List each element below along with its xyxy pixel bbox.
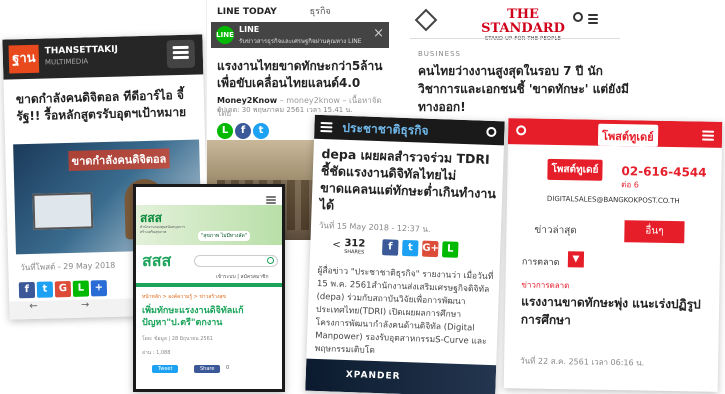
logo-large[interactable]: สสส [142, 249, 171, 274]
menu-icon[interactable] [320, 119, 333, 138]
card-the-standard: THE STANDARD STAND UP FOR THE PEOPLE BUS… [390, 0, 725, 130]
share-label: SHARES [344, 248, 365, 256]
breadcrumb[interactable]: หน้าหลัก > องค์ความรู้ > ข่าวสร้างสุข [142, 293, 226, 301]
section-label[interactable]: BUSINESS [418, 50, 461, 58]
headline[interactable]: แรงงานขาดทักษะพุ่ง แนะเร่งปฏิรูปการศึกษา [521, 292, 710, 331]
banner: สสส สำนักงานกองทุนสนับสนุนการสร้างเสริมส… [136, 205, 282, 245]
card-post-today: โพสต์ทูเดย์ โพสต์ทูเดย์ 02-616-4544 ต่อ … [503, 118, 723, 392]
facebook-share-button[interactable]: Share [194, 365, 221, 373]
ad-ext: ต่อ 6 [621, 180, 639, 190]
tab-others[interactable]: อื่นๆ [624, 220, 685, 244]
banner-text: รับข่าวสารธุรกิจและเศรษฐกิจผ่านคุณทาง LI… [239, 38, 362, 45]
top-bar [136, 187, 282, 205]
image-caption: ขาดกำลังคนดิจิตอล [68, 148, 170, 171]
share-count: 0 [226, 365, 230, 371]
search-input[interactable] [194, 255, 278, 267]
twitter-share-icon[interactable]: t [36, 281, 54, 298]
subcategory-label[interactable]: ข่าวการตลาด [521, 278, 569, 292]
chevron-down-icon[interactable]: ▼ [567, 251, 585, 268]
logo[interactable]: THE STANDARD STAND UP FOR THE PEOPLE [478, 7, 568, 43]
view-count: อ่าน : 1,088 [142, 350, 171, 356]
googleplus-share-icon[interactable]: G+ [421, 240, 439, 258]
ad-banner[interactable]: XPANDER [305, 358, 497, 394]
twitter-share-icon[interactable]: t [253, 123, 269, 139]
facebook-share-icon[interactable]: f [382, 239, 399, 256]
facebook-share-icon[interactable]: f [235, 123, 251, 139]
search-icon[interactable] [573, 12, 583, 22]
green-divider [136, 283, 282, 287]
laptop-illustration [32, 192, 94, 230]
logo-sub2: MULTIMEDIA [44, 57, 89, 67]
googleplus-share-icon[interactable]: G [54, 280, 72, 298]
facebook-share-icon[interactable]: f [18, 281, 36, 299]
tweet-button[interactable]: Tweet [152, 365, 179, 373]
search-icon[interactable] [267, 257, 274, 264]
post-date: วันที่โพสต์ - 29 May 2018 [20, 260, 116, 273]
ad-email: DIGITALSALES@BANGKOKPOST.CO.TH [546, 194, 680, 206]
close-icon[interactable]: × [373, 26, 384, 41]
headline[interactable]: คนไทยว่างงานสูงสุดในรอบ 7 ปี นักวิชาการแ… [418, 62, 640, 116]
logo-icon[interactable] [414, 8, 438, 32]
share-bar: Tweet Share 0 [142, 365, 278, 377]
logo[interactable]: ประชาชาติธุรกิจ [342, 119, 429, 141]
headline[interactable]: depa เผยผลสำรวจร่วม TDRI ชี้ชัดแรงงานดิจ… [319, 145, 497, 219]
share-bar: < 312 SHARES f t G+ L [332, 237, 501, 263]
category-label[interactable]: การตลาด [522, 254, 560, 269]
menu-icon[interactable] [702, 128, 715, 147]
card-prachachat: ประชาชาติธุรกิจ depa เผยผลสำรวจร่วม TDRI… [305, 114, 505, 394]
more-share-icon[interactable]: + [90, 280, 108, 297]
menu-icon[interactable] [588, 11, 598, 30]
logo-sub: สำนักงานกองทุนสนับสนุนการสร้างเสริมสุขภา… [140, 225, 185, 234]
line-share-icon[interactable]: L [441, 241, 459, 258]
search-icon[interactable] [486, 126, 497, 138]
ad-logo: โพสต์ทูเดย์ [547, 158, 603, 181]
logo[interactable]: โพสต์ทูเดย์ [597, 123, 658, 147]
post-date: วันที่ 15 May 2018 - 12:37 น. [318, 220, 431, 234]
headline[interactable]: ขาดกำลังคนดิจิตอล ทีดีอาร์ไอ จี้รัฐ!! รื… [16, 87, 197, 126]
line-banner: LINE LINE รับข่าวสารธุรกิจและเศรษฐกิจผ่า… [211, 22, 389, 48]
tab-business[interactable]: ธุรกิจ [310, 7, 331, 17]
share-bar: Lft [217, 118, 271, 139]
header-bar: โพสต์ทูเดย์ [507, 118, 723, 148]
logo-tagline: STAND UP FOR THE PEOPLE [484, 36, 562, 42]
logo[interactable]: ฐาน [8, 44, 40, 74]
twitter-share-icon[interactable]: t [402, 239, 419, 257]
divider [410, 38, 620, 39]
article-body: ผู้สื่อข่าว "ประชาชาติธุรกิจ" รายงานว่า … [314, 265, 494, 357]
banner-text: "สุขภาพ ไม่มีทางลัด" [198, 231, 251, 241]
line-share-icon[interactable]: L [217, 123, 233, 139]
login-links[interactable]: เข้าระบบ | สมัครสมาชิก [216, 273, 268, 281]
headline[interactable]: เพิ่มทักษะแรงงานดิจิทัลแก้ปัญหา"ป.ตรี"ตก… [142, 305, 278, 329]
share-count: 312 [344, 237, 366, 250]
logo-text: โพสต์ทูเดย์ [601, 129, 654, 144]
headline[interactable]: แรงงานไทยขาดทักษะกว่า5ล้าน เพื่อขับเคลื่… [217, 58, 385, 92]
banner-title: LINE [239, 25, 260, 34]
source-name[interactable]: Money2Know [217, 96, 277, 105]
update-date: อัปเดต: 30 พฤษภาคม 2561 เวลา 15.41 น. [217, 106, 353, 114]
line-share-icon[interactable]: L [72, 280, 90, 297]
ad-banner[interactable]: โพสต์ทูเดย์ 02-616-4544 ต่อ 6 DIGITALSAL… [547, 155, 708, 216]
menu-icon[interactable] [166, 39, 196, 69]
back-icon[interactable]: ← [29, 301, 38, 312]
post-date: วันที่ 22 ส.ค. 2561 เวลา 06:16 น. [520, 356, 645, 368]
ad-text: XPANDER [345, 370, 401, 382]
brand[interactable]: LINE TODAY [217, 7, 277, 17]
header-bar: ฐาน THANSETTAKIJ MULTIMEDIA [2, 34, 204, 80]
search-icon[interactable] [516, 125, 527, 136]
post-meta: โดย: ข้อมูล | 28 มิถุนายน 2561 [142, 336, 213, 342]
logo-text: THE STANDARD [481, 7, 565, 36]
card-thaihealth: สสส สำนักงานกองทุนสนับสนุนการสร้างเสริมส… [133, 184, 285, 392]
forward-icon[interactable]: → [81, 299, 90, 310]
ad-phone: 02-616-4544 [621, 164, 707, 180]
share-bar: f t G L + [18, 275, 110, 299]
logo-sub: THANSETTAKIJ [44, 44, 119, 57]
top-nav: LINE TODAY ธุรกิจ [207, 0, 391, 18]
share-icon[interactable]: < [332, 239, 341, 250]
line-icon: LINE [216, 26, 234, 44]
tab-bar: ข่าวล่าสุด อื่นๆ [514, 218, 714, 244]
tab-latest[interactable]: ข่าวล่าสุด [534, 223, 577, 239]
